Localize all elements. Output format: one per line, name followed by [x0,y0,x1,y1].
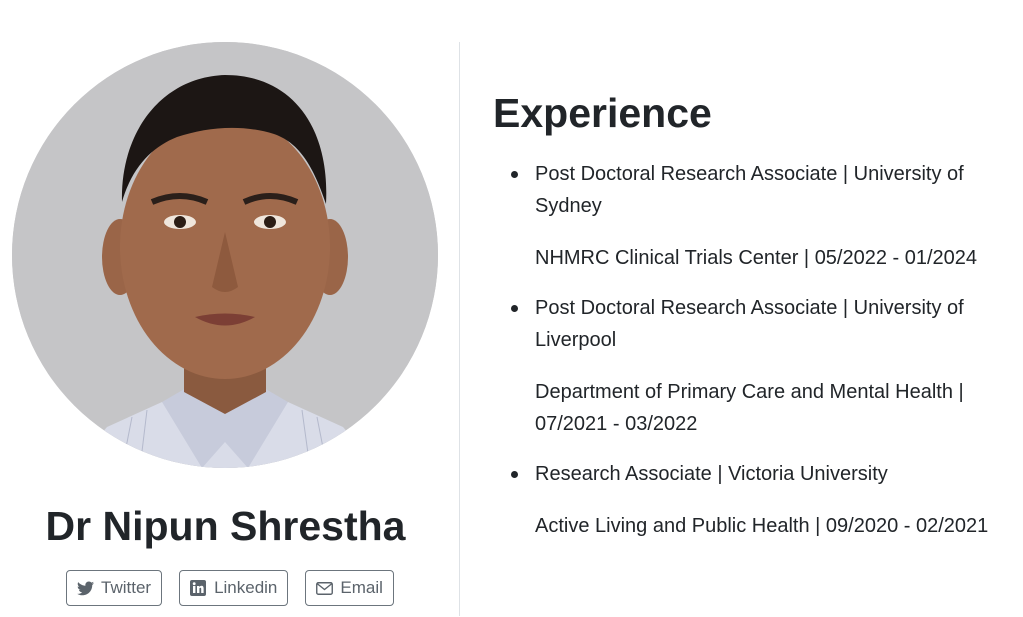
experience-item: Post Doctoral Research Associate | Unive… [493,292,1013,440]
bullet-icon [511,471,518,478]
experience-detail: Department of Primary Care and Mental He… [535,381,964,435]
bullet-icon [511,305,518,312]
email-button[interactable]: Email [305,570,394,606]
linkedin-label: Linkedin [214,578,278,597]
experience-title: Experience [493,90,712,136]
column-divider [459,42,460,616]
experience-item: Research Associate | Victoria University… [493,458,1013,542]
twitter-label: Twitter [101,578,152,597]
experience-item: Post Doctoral Research Associate | Unive… [493,158,1013,274]
linkedin-button[interactable]: Linkedin [179,570,289,606]
experience-list: Post Doctoral Research Associate | Unive… [493,158,1013,542]
experience-role: Post Doctoral Research Associate | Unive… [535,297,964,351]
experience-detail: Active Living and Public Health | 09/202… [535,515,989,537]
twitter-icon [76,579,94,597]
experience-detail: NHMRC Clinical Trials Center | 05/2022 -… [535,247,978,269]
twitter-button[interactable]: Twitter [66,570,163,606]
experience-role: Post Doctoral Research Associate | Unive… [535,163,964,217]
profile-photo [12,42,438,468]
profile-photo-illustration [12,42,438,468]
envelope-icon [315,579,333,597]
profile-column: Dr Nipun Shrestha Twitter Linkedin Email [0,0,459,617]
email-label: Email [340,578,383,597]
social-links: Twitter Linkedin Email [66,570,394,606]
experience-role: Research Associate | Victoria University [535,463,888,485]
bullet-icon [511,171,518,178]
person-name: Dr Nipun Shrestha [45,503,406,549]
experience-section: Experience Post Doctoral Research Associ… [493,80,1013,560]
linkedin-icon [189,579,207,597]
